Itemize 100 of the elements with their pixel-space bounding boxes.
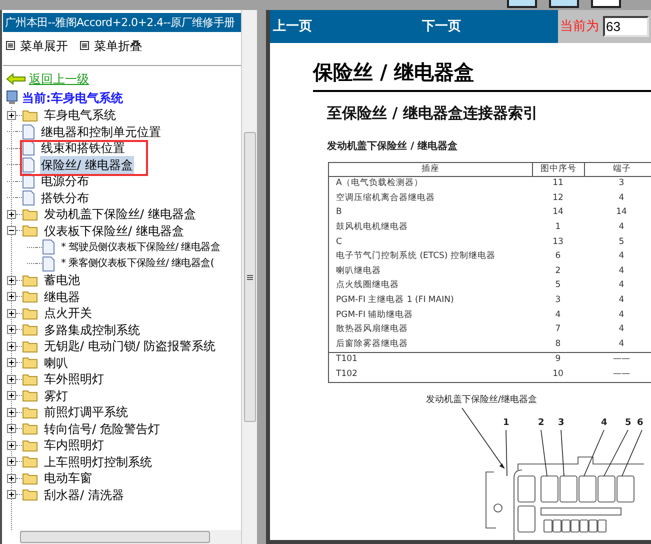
table-cell-text: —— <box>612 368 631 382</box>
table-cell-text: 4 <box>618 323 626 336</box>
tree-item[interactable]: 搭铁分布 <box>40 188 90 207</box>
folder-icon <box>22 438 38 452</box>
tree-item[interactable]: 继电器 <box>43 288 81 306</box>
toolbar-icon[interactable] <box>591 0 621 8</box>
expand-toggle[interactable] <box>7 408 16 417</box>
callout-number: 5 <box>625 418 632 428</box>
folder-icon <box>22 389 38 402</box>
expand-toggle[interactable] <box>7 292 16 302</box>
table-cell-text: 8 <box>554 338 562 351</box>
manual-title: 广州本田--雅阁Accord+2.0+2.4--原厂维修手册 <box>3 13 241 32</box>
table-cell-text: B <box>335 206 343 220</box>
document-icon <box>22 190 35 206</box>
document-icon <box>22 156 35 173</box>
tree-item[interactable]: 车内照明灯 <box>43 436 105 454</box>
page-input[interactable]: 63 <box>603 16 649 37</box>
table-cell-text: 4 <box>618 250 626 264</box>
tree-item[interactable]: 车外照明灯 <box>43 370 105 388</box>
tree-item[interactable]: 前照灯调平系统 <box>43 403 129 422</box>
figure-caption: 发动机盖下保险丝/继电器盒 <box>426 394 538 407</box>
vertical-scrollbar[interactable] <box>241 10 257 544</box>
tree-item[interactable]: 喇叭 <box>43 354 69 372</box>
folder-icon <box>22 340 38 353</box>
current-location: 当前:车身电气系统 <box>22 90 123 106</box>
horizontal-scrollbar[interactable] <box>20 530 241 544</box>
folder-icon <box>22 472 38 485</box>
tree-item[interactable]: 继电器和控制单元位置 <box>40 122 162 141</box>
tree-item[interactable]: 发动机盖下保险丝/ 继电器盒 <box>43 205 197 224</box>
table-cell-text: 12 <box>552 192 564 205</box>
table-cell-text: —— <box>612 353 631 366</box>
expand-toggle[interactable] <box>7 490 16 500</box>
callout-number: 1 <box>503 418 510 428</box>
section-title: 发动机盖下保险丝 / 继电器盒 <box>327 139 459 154</box>
folder-icon <box>22 274 38 287</box>
expand-toggle[interactable] <box>7 374 16 384</box>
expand-toggle[interactable] <box>7 210 16 219</box>
expand-toggle[interactable] <box>7 440 16 450</box>
table-cell-text: 2 <box>554 264 562 278</box>
folder-icon <box>22 356 38 370</box>
collapse-toggle[interactable] <box>7 226 16 236</box>
table-cell-text: 11 <box>552 177 564 190</box>
tree-item[interactable]: 电源分布 <box>40 172 90 190</box>
table-cell-text: 7 <box>554 323 562 336</box>
tree-item[interactable]: 保险丝/ 继电器盒 <box>40 156 134 174</box>
tree-item[interactable]: * 驾驶员侧仪表板下保险丝/ 继电器盒 <box>60 240 222 255</box>
tree-item[interactable]: 多路集成控制系统 <box>43 320 141 339</box>
table-cell-text: 14 <box>615 206 628 220</box>
leader-line <box>604 430 628 477</box>
page-label: 当前为 <box>560 18 599 36</box>
table-cell-text: 电子节气门控制系统 (ETCS) 控制继电器 <box>335 250 496 264</box>
computer-icon <box>6 90 18 105</box>
expand-toggle[interactable] <box>7 457 16 466</box>
next-page-link[interactable]: 下一页 <box>422 16 461 36</box>
tree-item[interactable]: 点火开关 <box>43 304 93 322</box>
tree-item[interactable]: 蓄电池 <box>43 271 81 290</box>
tree-item[interactable]: 无钥匙/ 电动门锁/ 防盗报警系统 <box>43 337 217 356</box>
scroll-thumb[interactable] <box>20 531 210 543</box>
tree-item[interactable]: 刮水器/ 清洗器 <box>43 486 125 504</box>
tree-item[interactable]: 雾灯 <box>43 386 69 405</box>
callout-number: 3 <box>558 418 564 428</box>
grip-icon <box>246 274 252 280</box>
menu-link[interactable]: 菜单折叠 <box>94 36 142 54</box>
expand-toggle[interactable] <box>7 474 16 483</box>
expand-toggle[interactable] <box>7 110 16 120</box>
tree-item[interactable]: 车身电气系统 <box>43 107 117 124</box>
menu-link[interactable]: 菜单展开 <box>20 36 68 54</box>
scroll-thumb[interactable] <box>244 132 256 422</box>
tree-item[interactable]: 上车照明灯控制系统 <box>43 452 153 471</box>
leader-line <box>584 430 604 477</box>
leader-line <box>560 430 564 477</box>
expand-toggle[interactable] <box>7 358 16 368</box>
expand-toggle[interactable] <box>7 342 16 351</box>
prev-page-link[interactable]: 上一页 <box>273 16 312 36</box>
folder-icon <box>22 455 38 468</box>
tree-item[interactable]: 仪表板下保险丝/ 继电器盒 <box>43 222 185 240</box>
document-icon <box>22 140 35 156</box>
expand-toggle[interactable] <box>7 276 16 285</box>
expand-toggle[interactable] <box>7 424 16 434</box>
toolbar-icon[interactable] <box>549 0 579 8</box>
table-cell-text: PGM-FI 主继电器 1 (FI MAIN) <box>335 294 455 308</box>
document-icon <box>42 256 55 272</box>
table-cell-text: 空调压缩机离合器继电器 <box>335 192 436 205</box>
column-header: 插座 <box>420 162 440 176</box>
table-cell-text: A（电气负载检测器） <box>335 177 424 190</box>
folder-icon <box>22 323 38 336</box>
tree-item[interactable]: 电动车窗 <box>43 469 93 488</box>
tree-item[interactable]: 转向信号/ 危险警告灯 <box>43 420 161 438</box>
expand-toggle[interactable] <box>7 325 16 334</box>
back-link[interactable]: 返回上一级 <box>29 70 89 88</box>
table-cell-text: PGM-FI 辅助继电器 <box>335 308 414 322</box>
expand-toggle[interactable] <box>7 308 16 318</box>
tree-item[interactable]: 线束和搭铁位置 <box>40 139 126 158</box>
page-heading: 保险丝 / 继电器盒 <box>313 60 476 84</box>
table-cell-text: 5 <box>618 236 626 249</box>
tree-item[interactable]: * 乘客侧仪表板下保险丝/ 继电器盒( <box>60 256 215 272</box>
table-cell-text: 点火线圈继电器 <box>335 279 400 292</box>
toolbar-icon[interactable] <box>507 0 537 8</box>
expand-toggle[interactable] <box>7 391 16 400</box>
table-cell-text: T101 <box>335 353 358 366</box>
